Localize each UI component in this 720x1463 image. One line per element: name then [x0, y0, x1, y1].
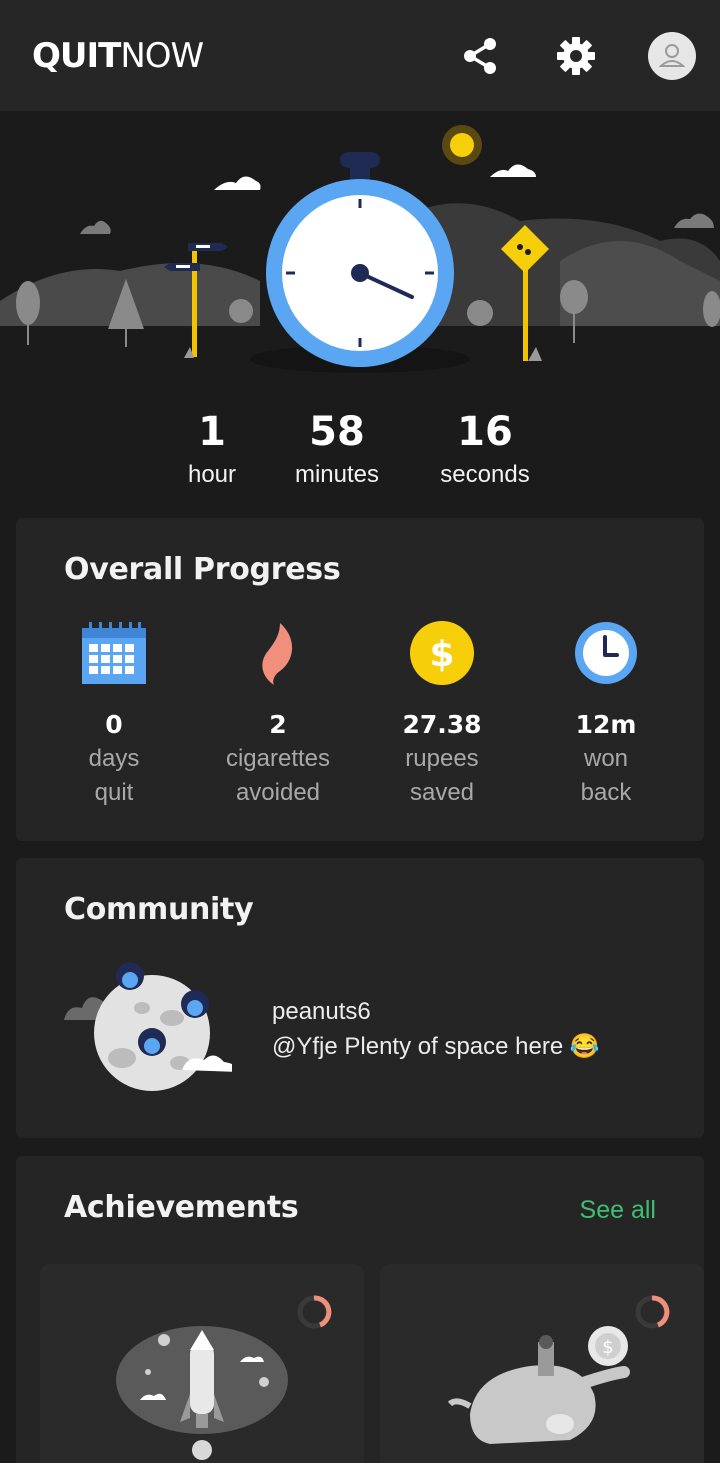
achievement-tile-piggy-bank[interactable]: $ [380, 1264, 704, 1463]
post-username[interactable]: peanuts6 [272, 998, 371, 1026]
avatar-icon [648, 32, 696, 80]
stat-money-value: 27.38 [402, 710, 482, 739]
stat-time-value: 12m [575, 710, 637, 739]
timer-hours-label: hour [187, 461, 237, 488]
stat-days-quit: 0 days quit [32, 618, 196, 810]
timer-minutes-value: 58 [309, 409, 365, 455]
timer-hours: 1 hour [172, 408, 252, 494]
calendar-icon [82, 622, 146, 684]
smoke-free-timer: 1 hour 58 minutes 16 seconds [0, 408, 720, 498]
post-message[interactable]: @Yfje Plenty of space here 😂 [272, 1032, 600, 1061]
achievements-card: Achievements See all $ [16, 1156, 704, 1463]
community-title: Community [64, 892, 254, 927]
timer-seconds-label: seconds [440, 461, 530, 488]
rocket-icon [116, 1295, 332, 1460]
overall-progress-card[interactable]: Overall Progress 0 days quit 2 cigarette… [16, 518, 704, 841]
timer-seconds-value: 16 [457, 409, 513, 455]
stat-cigarettes-avoided: 2 cigarettes avoided [196, 618, 360, 810]
timer-minutes-label: minutes [294, 461, 380, 488]
see-all-link[interactable]: See all [580, 1196, 656, 1225]
stat-cigarettes-label-1: cigarettes [225, 745, 331, 772]
share-button[interactable] [456, 32, 504, 80]
stat-money-label-1: rupees [405, 745, 479, 772]
timer-hours-value: 1 [198, 409, 226, 455]
stat-cigarettes-label-2: avoided [235, 779, 321, 806]
achievement-tile-rocket[interactable] [40, 1264, 364, 1463]
stat-time-label-1: won [583, 745, 629, 772]
gear-icon [557, 37, 595, 75]
clock-icon [575, 622, 637, 684]
stat-time-won-back: 12m won back [524, 618, 688, 810]
timer-minutes: 58 minutes [282, 408, 392, 494]
stat-money-saved: $ 27.38 rupees saved [360, 618, 524, 810]
flame-icon [262, 623, 293, 685]
progress-title: Overall Progress [64, 552, 341, 587]
stat-time-label-2: back [580, 779, 632, 806]
community-moon-illustration [64, 962, 232, 1091]
community-card[interactable]: Community peanuts6 @Yfje Plenty of space… [16, 858, 704, 1138]
stat-days-label-1: days [88, 745, 140, 772]
svg-text:$: $ [602, 1337, 613, 1358]
profile-avatar-button[interactable] [648, 32, 696, 80]
stat-days-label-2: quit [94, 779, 134, 806]
app-bar: QUITNOW [0, 0, 720, 111]
stat-money-label-2: saved [409, 779, 475, 806]
achievements-title: Achievements [64, 1190, 299, 1225]
svg-text:$: $ [429, 634, 454, 675]
share-icon [464, 38, 496, 74]
settings-button[interactable] [552, 32, 600, 80]
stat-days-value: 0 [105, 710, 123, 739]
dollar-coin-icon: $ [410, 621, 474, 685]
timer-seconds: 16 seconds [428, 408, 542, 494]
app-logo: QUITNOW [32, 36, 204, 76]
piggy-bank-icon: $ [447, 1295, 670, 1444]
stat-cigarettes-value: 2 [269, 710, 287, 739]
